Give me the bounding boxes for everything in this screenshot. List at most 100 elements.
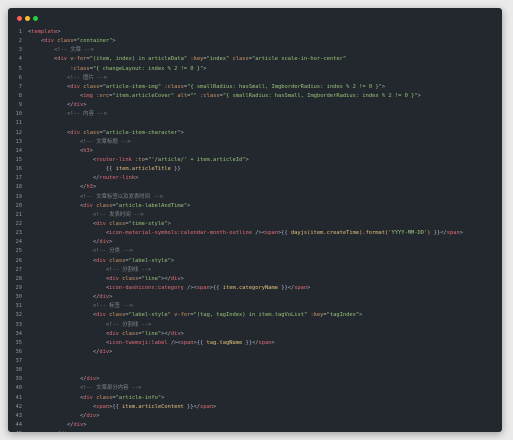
- code-line: 11: [8, 119, 502, 128]
- maximize-dot-icon[interactable]: [33, 16, 38, 21]
- line-text: <h3>: [28, 147, 502, 156]
- code-token: :src: [96, 92, 110, 99]
- line-text: </div>: [28, 412, 502, 421]
- line-number: 12: [15, 129, 23, 136]
- line-number: 8: [18, 92, 22, 99]
- line-number: 37: [15, 358, 23, 365]
- code-token: div: [83, 394, 93, 401]
- line-number: 34: [15, 330, 23, 337]
- code-line: 2 <div class="container">: [8, 37, 502, 46]
- code-token: div: [99, 348, 110, 355]
- line-text: [28, 119, 502, 128]
- code-token: >: [170, 257, 175, 264]
- line-number: 31: [15, 303, 23, 310]
- line-number: 27: [15, 266, 23, 273]
- code-token: div: [170, 275, 181, 282]
- line-text: <div class="article-info">: [28, 394, 502, 403]
- code-token: span: [96, 403, 110, 410]
- code-token: >: [109, 239, 113, 246]
- line-number: 24: [15, 239, 23, 246]
- line-number: 41: [15, 394, 23, 401]
- code-token: v-for: [174, 312, 191, 319]
- code-line: 19 <!-- 文章标签以及发表时间 -->: [8, 193, 502, 202]
- line-number: 30: [15, 294, 23, 301]
- code-token: /><: [255, 230, 265, 237]
- minimize-dot-icon[interactable]: [25, 16, 30, 21]
- line-number: 1: [18, 29, 22, 35]
- code-token: div: [86, 412, 97, 419]
- close-dot-icon[interactable]: [17, 16, 22, 21]
- code-token: "item.articleCover": [112, 92, 175, 99]
- code-token: "line": [141, 330, 162, 337]
- code-token: >: [187, 202, 191, 209]
- line-text: <div class="article-labelAndTime">: [28, 202, 502, 211]
- code-token: class: [83, 83, 100, 90]
- line-number: 11: [15, 120, 23, 127]
- code-line: 7 <div class="article-item-img" :class="…: [8, 83, 502, 92]
- code-token: >: [112, 38, 116, 45]
- code-line: 24 </div>: [8, 238, 502, 247]
- code-token: >: [83, 422, 87, 429]
- line-text: </h3>: [28, 183, 502, 192]
- line-text: </div>: [28, 421, 502, 430]
- line-number: 36: [15, 348, 23, 355]
- code-token: div: [73, 102, 84, 109]
- line-number: 35: [15, 339, 23, 346]
- code-token: div: [96, 257, 106, 264]
- code-token: >: [203, 65, 207, 72]
- line-number: 9: [18, 102, 22, 109]
- code-line: 33 <!-- 分割线 -->: [8, 321, 502, 330]
- code-editor[interactable]: 1 <template> 2 <div class="container"> 3 <!…: [8, 28, 502, 432]
- line-text: <!-- 文章标签以及发表时间 -->: [28, 193, 502, 202]
- code-token: span: [196, 284, 210, 291]
- line-number: 32: [15, 312, 23, 319]
- code-token: "time-style": [128, 220, 168, 227]
- line-text: <icon-material-symbols:calendar-month-ou…: [28, 229, 502, 238]
- code-token: >: [161, 394, 165, 401]
- code-token: icon-dashicons:category: [109, 284, 184, 291]
- code-token: span: [200, 403, 214, 410]
- code-token: >: [89, 147, 93, 154]
- code-token: class: [83, 129, 100, 136]
- line-text: </div>: [28, 375, 502, 384]
- code-token: >{{: [193, 339, 207, 346]
- line-text: <div class="line"></div>: [28, 330, 502, 339]
- code-line: 39 </div>: [8, 375, 502, 384]
- code-token: >: [180, 330, 184, 337]
- code-token: "article-item-img": [102, 83, 162, 90]
- code-line: 3 <!-- 文章 -->: [8, 46, 502, 55]
- code-token: <!-- 发表时间 -->: [92, 211, 144, 218]
- code-token: }}: [170, 166, 181, 173]
- code-token: div: [96, 220, 106, 227]
- code-token: div: [60, 431, 70, 432]
- line-number: 17: [15, 175, 23, 182]
- code-token: div: [96, 312, 106, 319]
- code-line: 10 <!-- 内容 -->: [8, 110, 502, 119]
- code-token: "{ changeLayout: index % 2 != 0 }": [92, 65, 204, 72]
- line-text: <!-- 分割线 -->: [28, 321, 502, 330]
- line-number: 18: [15, 184, 23, 191]
- code-line: 30 </div>: [8, 293, 502, 302]
- code-token: div: [73, 422, 84, 429]
- code-line: 42 <span>{{ item.articleContent }}</span…: [8, 403, 502, 412]
- code-line: 4 <div v-for="(item, index) in articleDa…: [8, 55, 502, 64]
- code-token: :class: [200, 92, 220, 99]
- code-token: class: [96, 394, 113, 401]
- line-text: <img :src="item.articleCover" alt="" :cl…: [28, 92, 502, 101]
- code-token: "'/article/' + item.articleId": [148, 156, 246, 163]
- line-text: <!-- 标签 -->: [28, 302, 502, 311]
